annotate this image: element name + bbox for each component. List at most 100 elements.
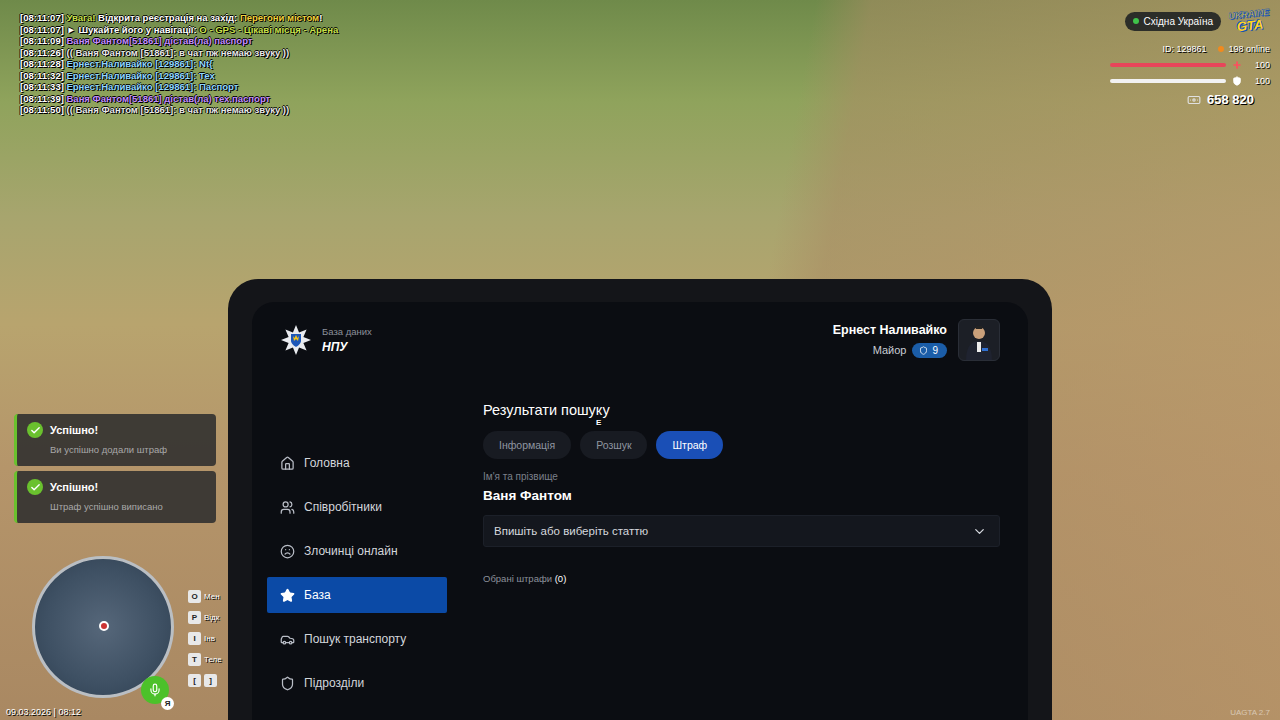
chat-text: Ваня Фантом[51861] дістав(ла) тех.паспор…: [66, 93, 270, 104]
chat-text: [08:11:26]: [20, 47, 66, 58]
article-select[interactable]: Впишіть або виберіть статтю: [483, 515, 1000, 547]
key-hint: []: [188, 674, 222, 687]
chat-line: [08:11:26] (( Ваня Фантом [51861]: в чат…: [20, 47, 338, 59]
key-cap: O: [188, 590, 201, 603]
chat-line: [08:11:09] Ваня Фантом[51861] дістав(ла)…: [20, 35, 338, 47]
chat-text: [08:11:09]: [20, 35, 66, 46]
online-count: 198 online: [1218, 44, 1270, 54]
key-hint: IІнв: [188, 632, 222, 645]
game-screen: [08:11:07] Увага! Відкрита реєстрація на…: [0, 0, 1280, 720]
chat-text: [08:11:28]: [20, 58, 66, 69]
chat-text: Ернест.Наливайко [129861]: Nt{: [66, 58, 212, 69]
key-cap: I: [188, 632, 201, 645]
region-dot: [1133, 18, 1139, 24]
chat-line: [08:11:32] Ернест.Наливайко [129861]: Те…: [20, 70, 338, 82]
police-star-icon: [280, 324, 312, 356]
brand: База данихНПУ: [280, 324, 372, 356]
chat-text: Ернест.Наливайко [129861]: Паспорт: [66, 81, 238, 92]
tablet: База данихНПУ Ернест Наливайко Майор 9 Голов…: [228, 279, 1052, 720]
chat-line: [08:11:39] Ваня Фантом[51861] дістав(ла)…: [20, 93, 338, 105]
notification: Успішно!Штраф успішно виписано: [14, 471, 216, 523]
chat-line: [08:11:28] Ернест.Наливайко [129861]: Nt…: [20, 58, 338, 70]
chat-line: [08:11:50] (( Ваня Фантом [51861]: в чат…: [20, 104, 338, 116]
notification: Успішно!Ви успішно додали штраф: [14, 414, 216, 466]
server-logo: UKRAINEGTA: [1228, 8, 1271, 34]
chat-text: ► Шукайте його у навігації:: [66, 24, 199, 35]
user-avatar: [958, 319, 1000, 361]
shield-icon: [919, 346, 928, 355]
chat-text: (( Ваня Фантом [51861]: в чат пж немаю з…: [66, 104, 289, 115]
key-cap: P: [188, 611, 201, 624]
tablet-header: База данихНПУ Ернест Наливайко Майор 9: [252, 318, 1000, 362]
version: UAGTA 2.7: [1230, 708, 1270, 717]
level-badge: 9: [912, 343, 947, 358]
online-dot: [1218, 46, 1224, 52]
sidebar-item-icon: [280, 500, 295, 515]
chat-text: [08:11:07]: [20, 12, 66, 23]
chat-text: [08:11:50]: [20, 104, 66, 115]
armor-bar: [1110, 79, 1226, 83]
user-name: Ернест Наливайко: [833, 323, 947, 337]
chat-text: [08:11:07]: [20, 24, 66, 35]
chat-text: (( Ваня Фантом [51861]: в чат пж немаю з…: [66, 47, 289, 58]
health-row: 100: [1110, 60, 1270, 70]
player-info: ID: 129861 198 online: [1162, 44, 1270, 54]
user-rank: Майор: [873, 344, 907, 356]
hud-panel: Східна Україна UKRAINEGTA ID: 129861 198 on…: [1100, 10, 1270, 107]
chat-line: [08:11:07] ► Шукайте його у навігації: O…: [20, 24, 338, 36]
tab[interactable]: Інформація: [483, 431, 571, 459]
sidebar-item[interactable]: База: [267, 577, 447, 613]
sidebar-item[interactable]: Головна: [267, 445, 447, 481]
chat-text: Відкрита реєстрація на захід:: [95, 12, 239, 23]
avatar-icon: [962, 322, 996, 360]
chat-log: [08:11:07] Увага! Відкрита реєстрація на…: [20, 12, 338, 116]
sidebar-item-icon: [280, 676, 295, 691]
sidebar-item[interactable]: Пошук транспорту: [267, 621, 447, 657]
tab[interactable]: Штраф: [656, 431, 723, 459]
key-hint: PВідк: [188, 611, 222, 624]
sidebar-item-icon: [280, 588, 295, 603]
key-cap: ]: [204, 674, 217, 687]
tab[interactable]: Розшук: [580, 431, 647, 459]
player-marker-icon: [99, 621, 109, 631]
sidebar-item[interactable]: Підрозділи: [267, 665, 447, 701]
chat-text: Ернест.Наливайко [129861]: Тех: [66, 70, 214, 81]
key-cap: [: [188, 674, 201, 687]
chat-line: [08:11:07] Увага! Відкрита реєстрація на…: [20, 12, 338, 24]
sidebar: Головна Співробітники Злочинці онлайн База П…: [252, 400, 447, 720]
tabs: Інформація Розшук Штраф: [483, 431, 1000, 459]
chat-text: O - GPS - Цікаві місця - Арена: [199, 24, 338, 35]
money: 658 820: [1187, 92, 1270, 107]
page-title: Результати пошуку: [483, 400, 1000, 420]
key-hint: OМен: [188, 590, 222, 603]
mic-button[interactable]: Я: [141, 676, 169, 704]
health-icon: [1232, 60, 1242, 70]
sidebar-item[interactable]: Співробітники: [267, 489, 447, 525]
chosen-fines: Обрані штрафи (0): [483, 573, 1000, 584]
check-icon: [27, 422, 43, 438]
health-bar: [1110, 63, 1226, 67]
chat-text: Ваня Фантом[51861] дістав(ла) паспорт: [66, 35, 252, 46]
interact-prompt: E: [596, 418, 601, 427]
key-hints: OМен PВідк IІнв TТеле []: [188, 590, 222, 687]
sidebar-item[interactable]: Злочинці онлайн: [267, 533, 447, 569]
key-hint: TТеле: [188, 653, 222, 666]
region-pill: Східна Україна: [1125, 12, 1221, 31]
key-cap: T: [188, 653, 201, 666]
chat-text: Перегони містом: [240, 12, 319, 23]
sidebar-item-icon: [280, 544, 295, 559]
name-value: Ваня Фантом: [483, 488, 1000, 503]
sidebar-item-icon: [280, 632, 295, 647]
name-label: Ім'я та прізвище: [483, 471, 1000, 482]
player-id: ID: 129861: [1162, 44, 1206, 54]
chevron-down-icon: [972, 524, 987, 539]
armor-row: 100: [1110, 76, 1270, 86]
mic-icon: [148, 683, 162, 697]
chat-text: [08:11:33]: [20, 81, 66, 92]
notifications: Успішно!Ви успішно додали штрафУспішно!Ш…: [14, 414, 216, 523]
chat-text: [08:11:32]: [20, 70, 66, 81]
chat-text: Увага!: [66, 12, 95, 23]
user-box: Ернест Наливайко Майор 9: [833, 319, 1000, 361]
date-time: 09.03.2026 | 08:12: [6, 707, 81, 717]
chat-line: [08:11:33] Ернест.Наливайко [129861]: Па…: [20, 81, 338, 93]
